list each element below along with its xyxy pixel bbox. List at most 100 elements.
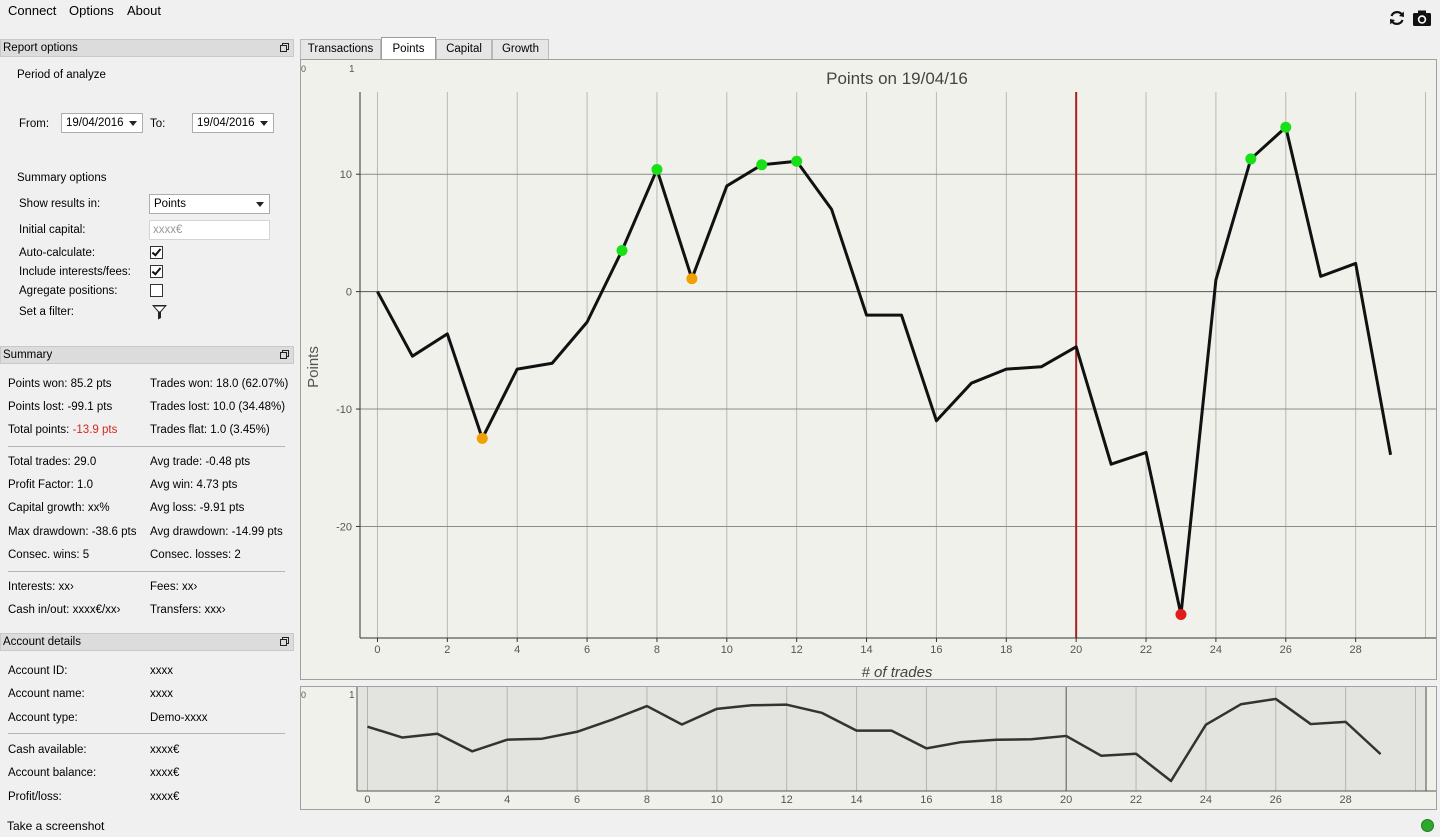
x-tick-label: 4 [514,644,520,656]
trade-marker-point[interactable] [476,432,488,444]
total-points-label: Total points: [8,424,70,436]
trade-marker-point[interactable] [791,155,803,167]
corner-label-0: 0 [301,64,306,74]
max-drawdown: Max drawdown: -38.6 pts [8,526,137,538]
auto-calculate-checkbox[interactable] [150,246,163,259]
to-date-select[interactable]: 19/04/2016 [192,113,274,133]
menu-options[interactable]: Options [69,3,114,18]
overview-x-tick-label: 16 [920,794,932,806]
y-tick-label: 10 [340,169,352,181]
report-options-title: Report options [3,42,78,54]
refresh-icon[interactable] [1388,9,1406,27]
capital-growth: Capital growth: xx% [8,502,110,514]
agregate-positions-checkbox[interactable] [150,284,163,297]
overview-x-tick-label: 18 [990,794,1002,806]
check-icon [151,265,162,276]
divider [8,446,285,447]
trade-marker-point[interactable] [1280,121,1292,133]
overview-x-tick-label: 28 [1340,794,1352,806]
account-name-label: Account name: [8,688,85,700]
tab-transactions[interactable]: Transactions [300,39,381,59]
overview-x-tick-label: 24 [1200,794,1212,806]
show-results-value: Points [154,198,186,210]
avg-drawdown: Avg drawdown: -14.99 pts [150,526,283,538]
overview-x-tick-label: 0 [364,794,370,806]
x-tick-label: 6 [584,644,590,656]
set-filter-label: Set a filter: [19,306,74,318]
overview-x-tick-label: 8 [644,794,650,806]
points-series-line [376,125,1393,617]
points-chart[interactable]: Points on 19/04/16 # of trades Points 0 … [300,59,1437,681]
account-id-value: xxxx [150,665,173,677]
x-tick-label: 8 [654,644,660,656]
trade-marker-point[interactable] [686,273,698,285]
menu-about[interactable]: About [127,3,161,18]
trade-marker-point[interactable] [616,245,628,257]
account-balance-value: xxxx€ [150,767,180,779]
divider [8,733,285,734]
include-interests-label: Include interests/fees: [19,266,131,278]
include-interests-checkbox[interactable] [150,265,163,278]
x-tick-label: 10 [721,644,733,656]
x-tick-label: 2 [444,644,450,656]
auto-calculate-label: Auto-calculate: [19,247,96,259]
show-results-select[interactable]: Points [149,194,270,214]
restore-icon[interactable] [280,350,289,359]
restore-icon[interactable] [280,43,289,52]
x-tick-label: 0 [374,644,380,656]
x-tick-label: 16 [930,644,942,656]
fees: Fees: xx› [150,581,198,593]
profit-factor: Profit Factor: 1.0 [8,479,94,491]
account-type-label: Account type: [8,712,78,724]
avg-loss: Avg loss: -9.91 pts [150,502,245,514]
overview-x-tick-label: 12 [781,794,793,806]
x-tick-label: 26 [1280,644,1292,656]
transfers: Transfers: xxx› [150,604,226,616]
status-text: Take a screenshot [7,819,105,833]
from-date-select[interactable]: 19/04/2016 [61,113,143,133]
initial-capital-input[interactable]: xxxx€ [149,220,270,240]
overview-x-tick-label: 22 [1130,794,1142,806]
cash-in-out: Cash in/out: xxxx€/xx› [8,604,121,616]
x-tick-label: 24 [1210,644,1222,656]
tab-growth[interactable]: Growth [492,39,549,59]
menu-connect[interactable]: Connect [8,3,56,18]
overview-chart-svg: 0 1 0 2 4 6 8 10 12 14 16 18 20 22 24 26 28 [301,687,1436,806]
corner-label-1: 1 [349,690,355,701]
initial-capital-placeholder: xxxx€ [153,224,183,236]
overview-x-tick-label: 6 [574,794,580,806]
summary-options-label: Summary options [17,172,107,184]
chevron-down-icon [256,202,264,207]
account-type-value: Demo-xxxx [150,712,208,724]
overview-x-tick-label: 20 [1060,794,1072,806]
trade-marker-point[interactable] [1175,609,1187,621]
to-label: To: [150,118,166,130]
restore-icon[interactable] [280,637,289,646]
y-axis-label: Points [305,346,322,388]
y-tick-label: -20 [336,521,352,533]
total-points-value: -13.9 pts [72,424,118,436]
profit-loss-label: Profit/loss: [8,791,62,803]
tab-capital[interactable]: Capital [436,39,492,59]
agregate-positions-label: Agregate positions: [19,285,118,297]
overview-x-tick-label: 14 [850,794,862,806]
x-tick-label: 22 [1140,644,1152,656]
x-tick-label: 18 [1000,644,1012,656]
x-tick-label: 12 [791,644,803,656]
account-name-value: xxxx [150,688,173,700]
tab-points[interactable]: Points [381,37,436,59]
camera-icon[interactable] [1412,9,1432,27]
overview-x-tick-label: 4 [504,794,510,806]
chevron-down-icon [129,121,137,126]
trades-flat: Trades flat: 1.0 (3.45%) [150,424,270,436]
trade-marker-point[interactable] [651,163,663,175]
cash-available-label: Cash available: [8,744,87,756]
check-icon [151,246,162,257]
avg-trade: Avg trade: -0.48 pts [150,456,251,468]
overview-chart[interactable]: 0 1 0 2 4 6 8 10 12 14 16 18 20 22 24 26 28 [300,686,1437,810]
filter-icon[interactable] [151,304,168,320]
period-label: Period of analyze [17,69,106,81]
trade-marker-point[interactable] [756,159,768,171]
account-details-title: Account details [3,636,81,648]
trade-marker-point[interactable] [1245,153,1257,165]
